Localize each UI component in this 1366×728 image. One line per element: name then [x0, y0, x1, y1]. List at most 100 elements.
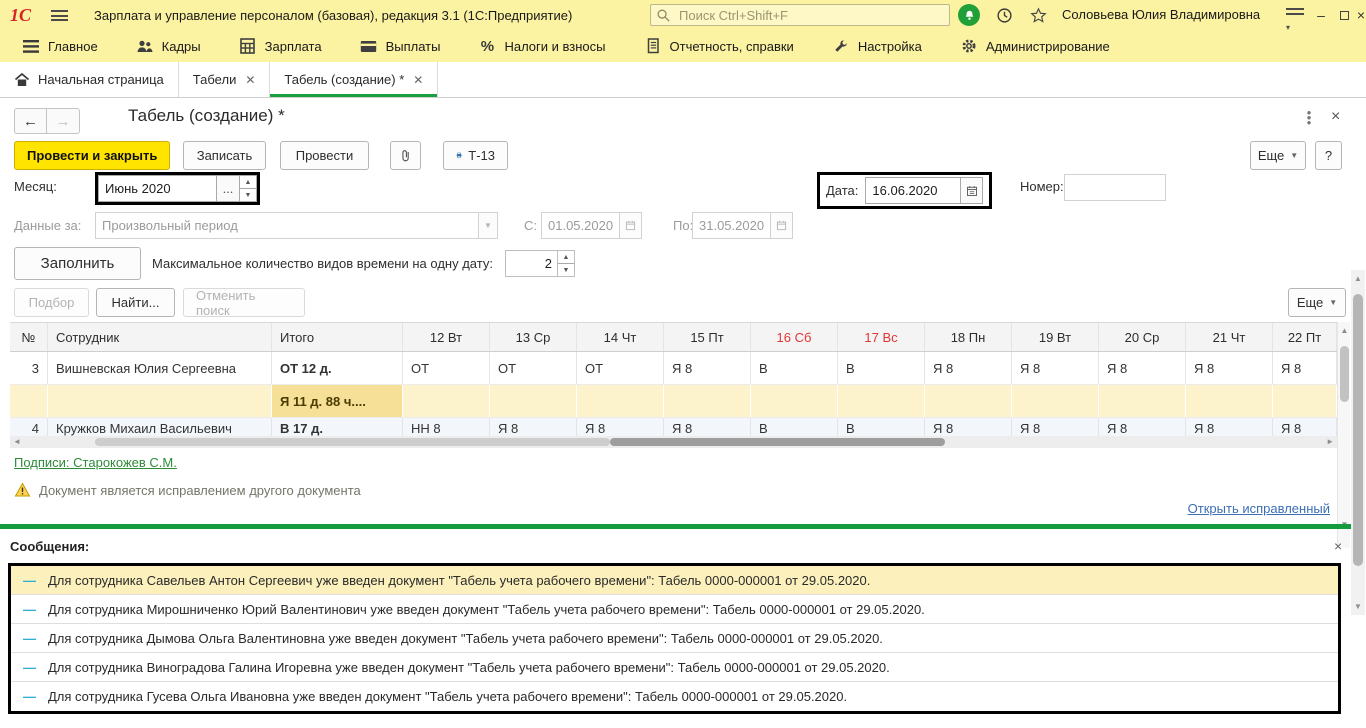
day-cell[interactable]: Я 8 — [664, 352, 751, 384]
day-cell[interactable] — [751, 385, 838, 417]
month-input[interactable]: Июнь 2020 — [98, 175, 216, 202]
hamburger-menu-icon[interactable] — [51, 10, 68, 21]
menu-item-zarplata[interactable]: Зарплата — [239, 38, 322, 55]
post-button[interactable]: Провести — [280, 141, 369, 170]
column-header[interactable]: 18 Пн — [925, 323, 1012, 351]
pick-button[interactable]: Подбор — [14, 288, 89, 317]
scroll-right-icon[interactable]: ► — [1326, 437, 1334, 446]
form-close-button[interactable]: × — [1331, 108, 1340, 126]
day-cell[interactable] — [490, 385, 577, 417]
day-cell[interactable] — [1273, 385, 1337, 417]
table-row[interactable]: Я 11 д. 88 ч.... — [10, 385, 1337, 418]
tab-close-icon[interactable]: ✕ — [413, 73, 423, 87]
service-menu-button[interactable]: ▾ — [1286, 8, 1304, 22]
calendar-icon[interactable] — [770, 213, 792, 238]
signatures-link[interactable]: Подписи: Старокожев С.М. — [14, 455, 177, 470]
table-vertical-scrollbar[interactable]: ▲ ▼ — [1337, 322, 1350, 548]
post-and-close-button[interactable]: Провести и закрыть — [14, 141, 170, 170]
menu-item-administrirovanie[interactable]: Администрирование — [960, 38, 1110, 55]
data-for-select[interactable]: Произвольный период ▼ — [95, 212, 498, 239]
message-row[interactable]: —Для сотрудника Савельев Антон Сергеевич… — [11, 566, 1338, 595]
message-row[interactable]: —Для сотрудника Виноградова Галина Игоре… — [11, 653, 1338, 682]
tab-tabel-new[interactable]: Табель (создание) *✕ — [270, 62, 438, 97]
table-row[interactable]: 3Вишневская Юлия СергеевнаОТ 12 д.ОТОТОТ… — [10, 352, 1337, 385]
toolbar-more-button[interactable]: Еще▼ — [1250, 141, 1306, 170]
calendar-icon[interactable] — [960, 178, 982, 203]
column-header[interactable]: № — [10, 323, 48, 351]
message-row[interactable]: —Для сотрудника Дымова Ольга Валентиновн… — [11, 624, 1338, 653]
forward-button[interactable]: → — [47, 108, 80, 134]
notification-bell-button[interactable] — [958, 4, 980, 26]
day-cell[interactable]: Я 8 — [1273, 352, 1337, 384]
column-header[interactable]: Итого — [272, 323, 403, 351]
fill-button[interactable]: Заполнить — [14, 247, 141, 280]
print-t13-button[interactable]: Т-13 — [443, 141, 508, 170]
day-cell[interactable] — [403, 385, 490, 417]
day-cell[interactable]: ОТ — [490, 352, 577, 384]
column-header[interactable]: 22 Пт — [1273, 323, 1337, 351]
menu-item-nalogi[interactable]: %Налоги и взносы — [478, 38, 605, 55]
day-cell[interactable]: ОТ — [403, 352, 490, 384]
message-row[interactable]: —Для сотрудника Мирошниченко Юрий Валент… — [11, 595, 1338, 624]
column-header[interactable]: Сотрудник — [48, 323, 272, 351]
write-button[interactable]: Записать — [183, 141, 266, 170]
global-search-input[interactable]: Поиск Ctrl+Shift+F — [650, 4, 950, 26]
column-header[interactable]: 13 Ср — [490, 323, 577, 351]
tab-home[interactable]: Начальная страница — [0, 62, 179, 97]
scroll-up-icon[interactable]: ▲ — [1338, 326, 1351, 335]
column-header[interactable]: 19 Вт — [1012, 323, 1099, 351]
from-date-input[interactable]: 01.05.2020 — [541, 212, 642, 239]
column-header[interactable]: 15 Пт — [664, 323, 751, 351]
menu-item-nastrojka[interactable]: Настройка — [832, 38, 922, 55]
day-cell[interactable] — [1186, 385, 1273, 417]
total-cell[interactable]: ОТ 12 д. — [272, 352, 403, 384]
find-button[interactable]: Найти... — [96, 288, 175, 317]
day-cell[interactable]: ОТ — [577, 352, 664, 384]
menu-item-kadry[interactable]: Кадры — [136, 38, 201, 55]
to-date-input[interactable]: 31.05.2020 — [692, 212, 793, 239]
day-cell[interactable]: В — [838, 352, 925, 384]
scroll-up-icon[interactable]: ▲ — [1351, 274, 1365, 283]
calendar-icon[interactable] — [619, 213, 641, 238]
tab-tabeli[interactable]: Табели✕ — [179, 62, 271, 97]
back-button[interactable]: ← — [14, 108, 47, 134]
column-header[interactable]: 12 Вт — [403, 323, 490, 351]
day-cell[interactable] — [577, 385, 664, 417]
max-kinds-stepper[interactable]: 2 ▲▼ — [505, 250, 575, 277]
day-cell[interactable] — [1012, 385, 1099, 417]
column-header[interactable]: 21 Чт — [1186, 323, 1273, 351]
day-cell[interactable] — [1099, 385, 1186, 417]
number-input[interactable] — [1064, 174, 1166, 201]
menu-item-otchetnost[interactable]: Отчетность, справки — [644, 38, 794, 55]
row-number-cell[interactable]: 3 — [10, 352, 48, 384]
attachments-button[interactable] — [390, 141, 421, 170]
favorites-star-button[interactable] — [1026, 3, 1050, 27]
column-header[interactable]: 14 Чт — [577, 323, 664, 351]
employee-cell[interactable] — [48, 385, 272, 417]
menu-item-main[interactable]: Главное — [22, 38, 98, 55]
scroll-down-icon[interactable]: ▼ — [1351, 602, 1365, 611]
day-cell[interactable]: Я 8 — [1186, 352, 1273, 384]
menu-item-vyplaty[interactable]: Выплаты — [360, 38, 441, 55]
form-vertical-scrollbar[interactable]: ▲ ▼ — [1351, 270, 1365, 615]
help-button[interactable]: ? — [1315, 141, 1342, 170]
day-cell[interactable]: Я 8 — [925, 352, 1012, 384]
column-header[interactable]: 20 Ср — [1099, 323, 1186, 351]
day-cell[interactable] — [664, 385, 751, 417]
messages-close-button[interactable]: × — [1334, 538, 1342, 554]
day-cell[interactable] — [925, 385, 1012, 417]
spin-up-icon[interactable]: ▲ — [558, 251, 574, 264]
month-spinner[interactable]: ▲▼ — [239, 175, 257, 202]
total-cell[interactable]: Я 11 д. 88 ч.... — [272, 385, 403, 417]
day-cell[interactable] — [838, 385, 925, 417]
month-picker-button[interactable]: ... — [216, 175, 239, 202]
date-input[interactable]: 16.06.2020 — [865, 177, 983, 204]
close-window-button[interactable]: × — [1348, 0, 1366, 30]
table-more-button[interactable]: Еще▼ — [1288, 288, 1346, 317]
day-cell[interactable]: В — [751, 352, 838, 384]
current-user-name[interactable]: Соловьева Юлия Владимировна — [1062, 7, 1260, 22]
tab-close-icon[interactable]: ✕ — [245, 73, 255, 87]
employee-cell[interactable]: Вишневская Юлия Сергеевна — [48, 352, 272, 384]
column-header[interactable]: 16 Сб — [751, 323, 838, 351]
spin-down-icon[interactable]: ▼ — [558, 264, 574, 276]
